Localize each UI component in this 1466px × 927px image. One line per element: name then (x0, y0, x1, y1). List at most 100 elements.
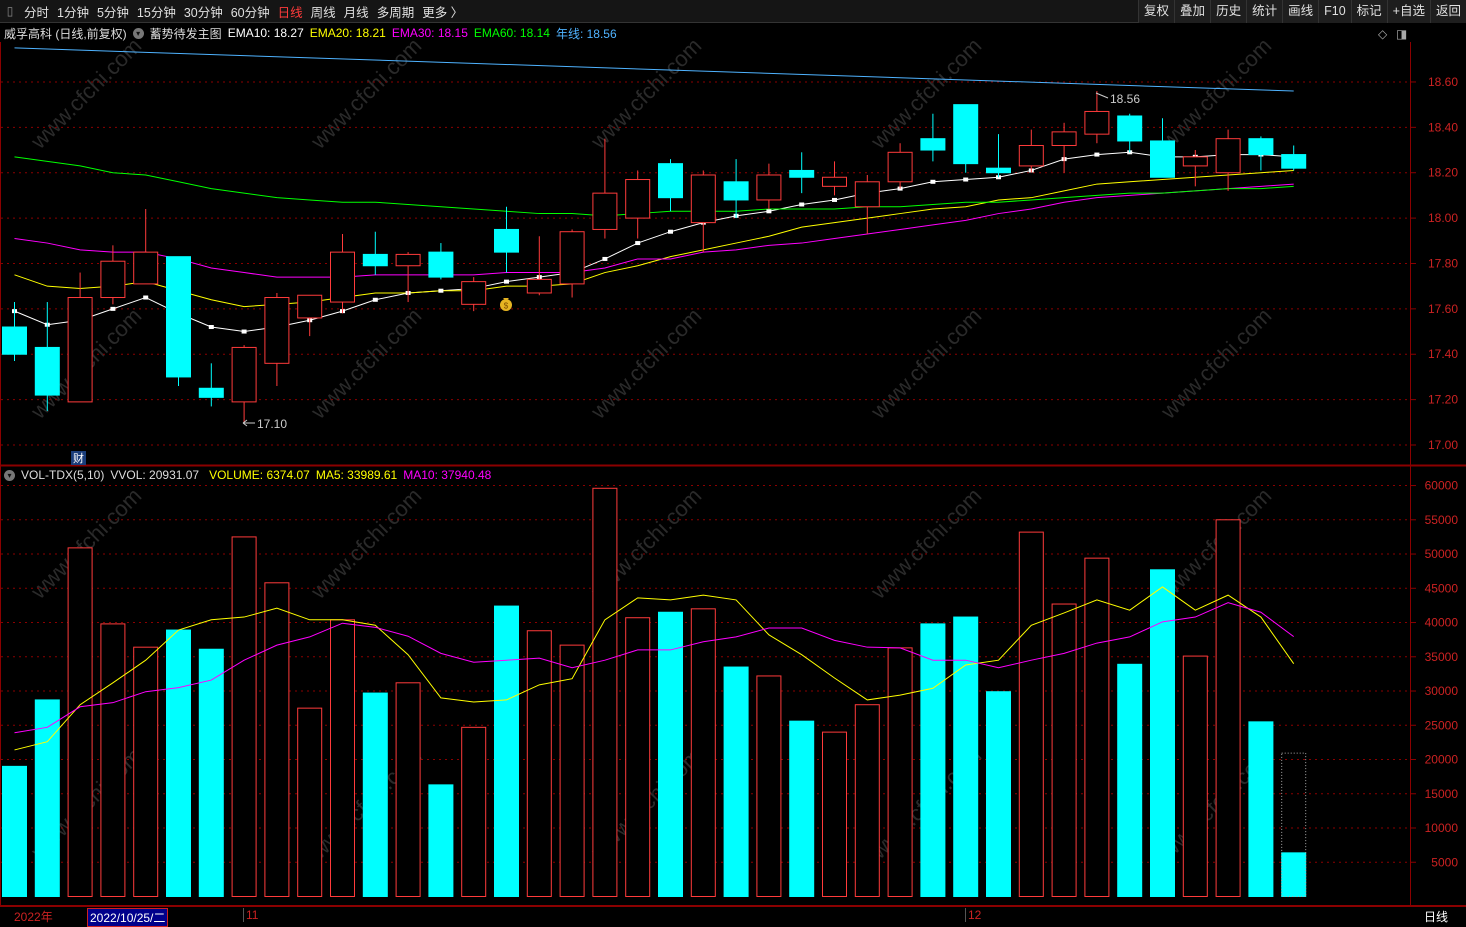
volume-tick-label: 30000 (1425, 684, 1459, 698)
y-axes: 17.00 17.20 17.40 17.60 17.80 18.00 18.20 18.40… (1410, 75, 1458, 869)
candle-down-body (953, 104, 979, 165)
date-axis: 2022年 2022/10/25/二 11 12 日线 (0, 905, 1466, 927)
toolbar-button[interactable]: 标记 (1350, 0, 1387, 23)
ema10-point (372, 297, 378, 302)
ema20-line (14, 169, 1294, 308)
volume-bar (264, 582, 290, 898)
volume-bar (1018, 531, 1044, 898)
candle-up-body (1182, 156, 1208, 167)
ema10-point (832, 197, 837, 202)
candle-up-body (1215, 138, 1241, 174)
volume-bar (231, 536, 257, 897)
candle (986, 134, 1011, 178)
period-tab[interactable]: 分时 (20, 2, 53, 21)
candle (822, 161, 847, 196)
volume-bar (428, 784, 454, 897)
candle-up-body (264, 297, 290, 364)
toolbar-button[interactable]: 返回 (1429, 0, 1466, 23)
ema10-point (668, 229, 673, 234)
candle-down-body (789, 169, 815, 178)
finance-marker-label: 财 (73, 451, 84, 465)
candle (559, 229, 585, 298)
candle-down-body (166, 256, 191, 378)
ma5-value: MA5: 33989.61 (315, 468, 398, 482)
template-name[interactable]: 蓄势待发主图 (150, 25, 222, 42)
period-tab[interactable]: 60分钟 (227, 2, 274, 21)
period-tab[interactable]: 30分钟 (180, 2, 227, 21)
volume-bar (461, 726, 487, 897)
ma10-value: MA10: 37940.48 (403, 468, 492, 482)
volume-bar (2, 765, 27, 898)
volume-bar (559, 644, 585, 897)
candle (494, 206, 519, 273)
volume-bar (854, 704, 880, 897)
ema60-value: EMA60: 18.14 (473, 26, 550, 40)
candle (592, 138, 618, 239)
toolbar-button[interactable]: 历史 (1210, 0, 1247, 23)
candle-up-body (756, 174, 782, 201)
watermark: www.cfchi.com (305, 483, 426, 604)
toolbar-button[interactable]: 画线 (1282, 0, 1319, 23)
panel-toggle-icon[interactable]: ◨ (1396, 27, 1407, 41)
candle-up-body (854, 181, 880, 208)
volume-tick-label: 45000 (1425, 581, 1459, 595)
candle (297, 294, 323, 337)
candle-up-body (67, 297, 93, 403)
vol-dropdown-icon[interactable]: ▾ (4, 469, 15, 481)
price-tick-label: 17.60 (1428, 302, 1458, 316)
toolbar-button[interactable]: +自选 (1386, 0, 1430, 23)
ema10-point (799, 202, 805, 207)
candle-up-body (592, 192, 618, 230)
volume-bar (297, 707, 323, 898)
volume-bar (920, 623, 946, 898)
template-dropdown-icon[interactable]: ▾ (132, 27, 144, 39)
sidebar-toggle-icon[interactable]: ▯ (0, 4, 20, 18)
candle-down-body (723, 181, 749, 201)
toolbar-button[interactable]: 叠加 (1174, 0, 1211, 23)
period-tab[interactable]: 15分钟 (133, 2, 180, 21)
period-tab[interactable]: 月线 (340, 2, 373, 21)
candle-up-body (887, 151, 913, 183)
candle-down-body (362, 253, 388, 267)
volume-bar (198, 648, 224, 898)
period-tab[interactable]: 5分钟 (93, 2, 133, 21)
period-label[interactable]: 日线 (1424, 908, 1448, 925)
candle (789, 152, 815, 194)
volume-bar (690, 608, 716, 898)
period-tab[interactable]: 多周期 (373, 2, 419, 21)
volume-bar (1248, 721, 1274, 897)
vol-name[interactable]: VOL-TDX(5,10) (21, 468, 104, 482)
cursor-date: 2022/10/25/二 (87, 908, 169, 927)
main-indicator-info: 威孚高科 (日线,前复权) ▾ 蓄势待发主图 EMA10: 18.27 EMA2… (0, 24, 617, 42)
candle (166, 256, 191, 387)
period-tab[interactable]: 周线 (307, 2, 340, 21)
ema10-point (766, 209, 772, 214)
candle (953, 104, 979, 173)
ema10-point (930, 179, 936, 184)
month-12-label: 12 (965, 908, 981, 922)
candle-down-body (658, 163, 683, 199)
volume-tick-label: 35000 (1425, 650, 1459, 664)
candle-down-body (198, 387, 224, 398)
chart-canvas[interactable]: www.cfchi.com www.cfchi.com www.cfchi.com w… (0, 0, 1466, 925)
money-bag-icon[interactable]: $ (500, 298, 512, 311)
stock-title: 威孚高科 (日线,前复权) (4, 26, 127, 41)
toolbar-button[interactable]: 统计 (1246, 0, 1283, 23)
candle (1084, 91, 1110, 144)
candle-up-body (133, 251, 159, 285)
volume-bar (526, 630, 552, 897)
price-tick-label: 18.20 (1428, 166, 1458, 180)
period-tab[interactable]: 日线 (274, 2, 307, 21)
toolbar-button[interactable]: F10 (1318, 0, 1351, 23)
volume-bar (1182, 655, 1208, 898)
volume-tick-label: 15000 (1425, 787, 1459, 801)
period-tab[interactable]: 1分钟 (53, 2, 93, 21)
candle (100, 245, 126, 305)
candle (1215, 129, 1241, 191)
volume-bar (1150, 569, 1175, 897)
diamond-icon[interactable]: ◇ (1378, 27, 1387, 41)
candle (1248, 136, 1274, 171)
period-tab[interactable]: 更多 〉 (418, 2, 467, 21)
toolbar-button[interactable]: 复权 (1138, 0, 1175, 23)
finance-marker[interactable]: 财 (71, 451, 86, 465)
